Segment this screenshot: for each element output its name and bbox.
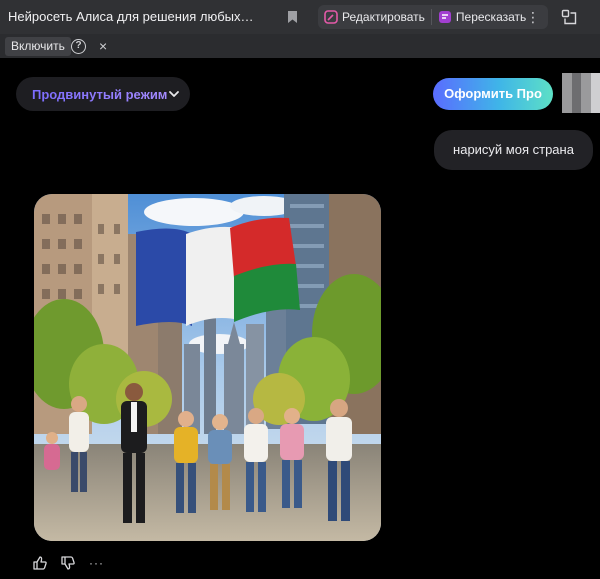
chevron-down-icon	[169, 91, 179, 97]
bookmark-icon[interactable]	[287, 10, 298, 24]
edit-button-label: Редактировать	[342, 10, 425, 24]
message-actions: ···	[33, 556, 104, 570]
browser-toolbar: Нейросеть Алиса для решения любых… Редак…	[0, 0, 600, 34]
more-options-icon[interactable]: ···	[89, 556, 104, 570]
thumbs-up-icon[interactable]	[33, 556, 47, 570]
edit-icon	[324, 10, 338, 24]
retell-button-label: Пересказать	[455, 10, 527, 24]
generated-image[interactable]	[34, 194, 381, 541]
translation-bar: Включить ? ×	[0, 34, 600, 58]
mode-label: Продвинутый режим	[32, 86, 168, 102]
mode-selector[interactable]: Продвинутый режим	[16, 77, 190, 111]
more-vertical-icon[interactable]: ⋮	[526, 6, 540, 28]
thumbs-down-icon[interactable]	[61, 556, 75, 570]
close-icon[interactable]: ×	[99, 37, 107, 55]
subscribe-pro-button[interactable]: Оформить Про	[433, 78, 553, 110]
retell-button[interactable]: Пересказать	[432, 5, 532, 29]
extension-icon[interactable]	[561, 9, 577, 25]
tab-title[interactable]: Нейросеть Алиса для решения любых…	[8, 9, 270, 24]
retell-icon	[438, 11, 451, 23]
flag-graphic	[136, 217, 300, 326]
page-tools: Редактировать Пересказать	[318, 5, 548, 29]
user-message-bubble: нарисуй моя страна	[434, 130, 593, 170]
help-icon[interactable]: ?	[71, 39, 86, 54]
avatar[interactable]	[562, 73, 600, 113]
edit-button[interactable]: Редактировать	[318, 5, 431, 29]
enable-button[interactable]: Включить	[5, 37, 71, 56]
